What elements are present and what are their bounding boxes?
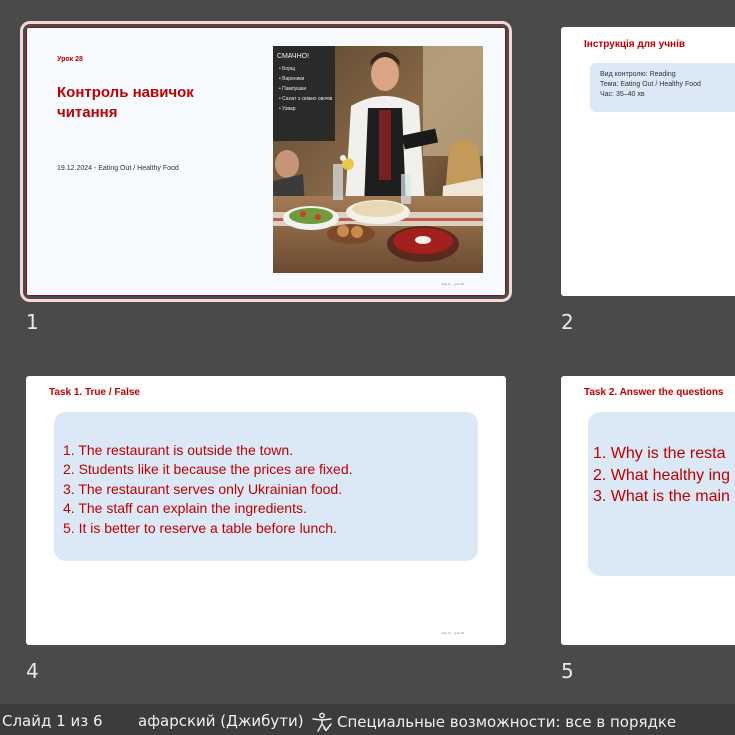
slide-number: 2 <box>561 310 574 334</box>
slide-heading: Task 1. True / False <box>49 387 140 398</box>
restaurant-photo: СМАЧНО! • Борщ • Вареники • Пампушки • С… <box>273 46 483 273</box>
menu-board-text: • Вареники <box>279 76 305 82</box>
list-item: 3. The restaurant serves only Ukrainian … <box>63 480 343 497</box>
list-item: 4. The staff can explain the ingredients… <box>63 500 307 517</box>
menu-board-text: • Салат з свіжих овочів <box>279 96 333 102</box>
task-list: 1. The restaurant is outside the town. 2… <box>63 441 478 538</box>
slide-heading: Інструкція для учнів <box>584 39 686 50</box>
accessibility-status[interactable]: Специальные возможности: все в порядке <box>311 712 676 732</box>
slide-thumbnail-5[interactable]: Task 2. Answer the questions 1. Why is t… <box>561 376 735 645</box>
slide-number: 5 <box>561 659 574 683</box>
status-bar: Слайд 1 из 6 афарский (Джибути) Специаль… <box>0 704 735 735</box>
menu-board-text: СМАЧНО! <box>277 53 309 60</box>
task-box: 1. Why is the resta 2. What healthy ing … <box>588 412 735 576</box>
list-item: 3. What is the main <box>593 488 730 505</box>
date-topic: 19.12.2024 - Eating Out / Healthy Food <box>57 165 179 172</box>
slide-counter[interactable]: Слайд 1 из 6 <box>2 712 103 730</box>
list-item: 2. What healthy ing <box>593 466 730 484</box>
slide-sorter-app: Урок 28 Контроль навичок читання 19.12.2… <box>0 0 735 735</box>
slide-sorter-grid: Урок 28 Контроль навичок читання 19.12.2… <box>0 0 735 704</box>
slide-number: 4 <box>26 659 39 683</box>
menu-board-text: • Борщ <box>279 66 295 72</box>
task-box: 1. The restaurant is outside the town. 2… <box>54 412 478 561</box>
accessibility-icon <box>312 712 332 732</box>
slide-heading: Task 2. Answer the questions <box>584 387 724 398</box>
slide-footer: Eng 11 · урок 28 <box>441 282 464 286</box>
task-list: 1. Why is the resta 2. What healthy ing … <box>593 443 735 508</box>
lesson-label: Урок 28 <box>57 56 83 63</box>
accessibility-label: Специальные возможности: все в порядке <box>337 713 677 731</box>
info-line: Тема: Eating Out / Healthy Food <box>600 81 701 88</box>
slide-thumbnail-4[interactable]: Task 1. True / False 1. The restaurant i… <box>26 376 506 645</box>
slide-number: 1 <box>26 310 39 334</box>
info-line: Час: 35–40 хв <box>600 91 645 98</box>
menu-board-text: • Пампушки <box>279 86 306 92</box>
list-item: 1. Why is the resta <box>593 445 726 462</box>
list-item: 1. The restaurant is outside the town. <box>63 442 294 458</box>
slide-title: Контроль навичок читання <box>57 84 194 121</box>
slide-thumbnail-2[interactable]: Інструкція для учнів Вид контролю: Readi… <box>561 27 735 296</box>
slide-footer: Eng 11 · урок 28 <box>441 631 464 635</box>
instruction-box: Вид контролю: Reading Тема: Eating Out /… <box>590 63 735 112</box>
language-indicator[interactable]: афарский (Джибути) <box>138 712 304 730</box>
list-item: 2. Students like it because the prices a… <box>63 461 353 478</box>
menu-board-text: • Узвар <box>279 106 296 112</box>
slide-thumbnail-1[interactable]: Урок 28 Контроль навичок читання 19.12.2… <box>20 21 512 302</box>
list-item: 5. It is better to reserve a table befor… <box>63 519 337 536</box>
info-line: Вид контролю: Reading <box>600 71 676 78</box>
